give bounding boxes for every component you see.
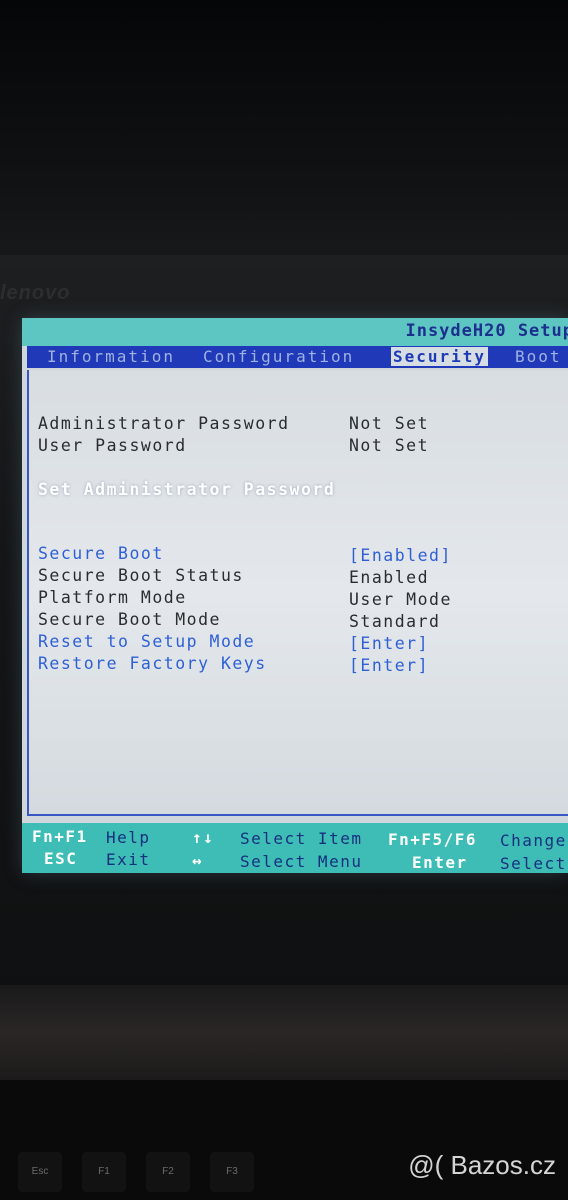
- help-key-fn-f1: Fn+F1: [32, 827, 88, 846]
- help-key-left-right: ↔: [192, 851, 204, 870]
- security-panel: Administrator Password Not Set User Pass…: [27, 370, 568, 816]
- reset-setup-mode-label[interactable]: Reset to Setup Mode: [38, 632, 255, 651]
- restore-factory-keys-row[interactable]: Restore Factory Keys: [38, 654, 267, 673]
- keyboard-key-f1: F1: [82, 1152, 126, 1192]
- admin-password-row: Administrator Password: [38, 414, 290, 433]
- background-dark: [0, 0, 568, 260]
- menu-security[interactable]: Security: [391, 347, 489, 366]
- secure-boot-status-label: Secure Boot Status: [38, 566, 244, 585]
- keyboard-key-f2: F2: [146, 1152, 190, 1192]
- secure-boot-status-value: Enabled: [349, 568, 430, 587]
- restore-factory-keys-value[interactable]: [Enter]: [349, 656, 429, 675]
- secure-boot-mode-row: Secure Boot Mode: [38, 610, 221, 629]
- reset-setup-mode-row[interactable]: Reset to Setup Mode: [38, 632, 255, 651]
- user-password-row: User Password: [38, 436, 187, 455]
- help-desc-exit: Exit: [106, 850, 151, 869]
- help-desc-select-menu: Select Menu: [240, 852, 363, 871]
- secure-boot-row[interactable]: Secure Boot: [38, 544, 164, 563]
- secure-boot-label[interactable]: Secure Boot: [38, 544, 164, 563]
- brand-logo: lenovo: [0, 282, 71, 304]
- menu-information[interactable]: Information: [47, 347, 175, 366]
- secure-boot-mode-label: Secure Boot Mode: [38, 610, 221, 629]
- admin-password-label: Administrator Password: [38, 414, 290, 433]
- platform-mode-row: Platform Mode: [38, 588, 187, 607]
- help-key-esc: ESC: [44, 849, 78, 868]
- menu-configuration[interactable]: Configuration: [203, 347, 354, 366]
- keyboard-key-f3: F3: [210, 1152, 254, 1192]
- set-admin-password-option[interactable]: Set Administrator Password: [38, 480, 335, 499]
- menu-boot[interactable]: Boot: [515, 347, 562, 366]
- user-password-value: Not Set: [349, 436, 430, 455]
- bios-screen: InsydeH20 Setup Information Configuratio…: [22, 318, 568, 873]
- secure-boot-status-row: Secure Boot Status: [38, 566, 244, 585]
- help-bar: Fn+F1 Help ESC Exit ↑↓ Select Item ↔ Sel…: [22, 823, 568, 873]
- help-key-fn-f5-f6: Fn+F5/F6: [388, 830, 478, 849]
- bios-menu-bar: Information Configuration Security Boot: [27, 346, 568, 368]
- help-desc-select-item: Select Item: [240, 829, 363, 848]
- secure-boot-value[interactable]: [Enabled]: [349, 546, 452, 565]
- bios-title: InsydeH20 Setup: [405, 321, 568, 341]
- restore-factory-keys-label[interactable]: Restore Factory Keys: [38, 654, 267, 673]
- admin-password-value: Not Set: [349, 414, 430, 433]
- watermark-bazos: @( Bazos.cz: [408, 1150, 556, 1180]
- user-password-label: User Password: [38, 436, 187, 455]
- secure-boot-mode-value: Standard: [349, 612, 441, 631]
- help-desc-help: Help: [106, 828, 151, 847]
- help-key-up-down: ↑↓: [192, 828, 215, 847]
- help-desc-select: Select: [500, 854, 567, 873]
- reset-setup-mode-value[interactable]: [Enter]: [349, 634, 429, 653]
- set-admin-password-row[interactable]: Set Administrator Password: [38, 480, 335, 499]
- bios-title-bar: InsydeH20 Setup: [22, 318, 568, 346]
- desk-surface: [0, 985, 568, 1080]
- help-key-enter: Enter: [412, 853, 468, 872]
- help-desc-change: Change: [500, 831, 567, 850]
- platform-mode-label: Platform Mode: [38, 588, 187, 607]
- keyboard-key-esc: Esc: [18, 1152, 62, 1192]
- platform-mode-value: User Mode: [349, 590, 452, 609]
